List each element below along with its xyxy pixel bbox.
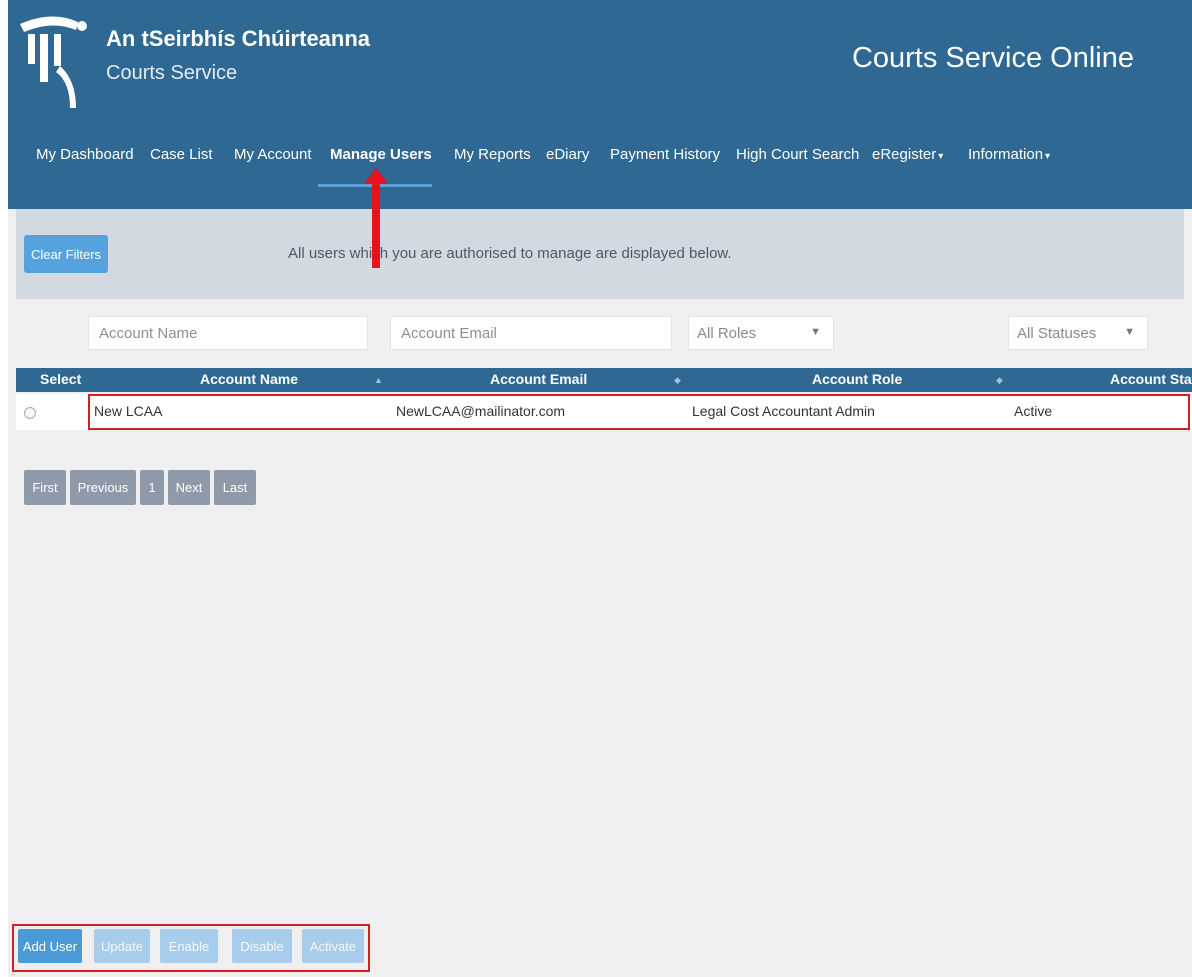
info-banner: Clear Filters All users which you are au… xyxy=(16,209,1184,299)
cell-account-status: Active xyxy=(1014,403,1053,419)
sort-icon[interactable]: ◆ xyxy=(674,368,681,392)
pager-next-button[interactable]: Next xyxy=(168,470,210,505)
nav-case-list[interactable]: Case List xyxy=(150,146,213,163)
col-account-role[interactable]: Account Role xyxy=(812,368,902,392)
disable-button[interactable]: Disable xyxy=(232,929,292,963)
pager-last-button[interactable]: Last xyxy=(214,470,256,505)
nav-high-court-search[interactable]: High Court Search xyxy=(736,146,859,163)
nav-eregister[interactable]: eRegister ▾ xyxy=(872,146,943,163)
nav-manage-users[interactable]: Manage Users xyxy=(330,146,432,163)
nav-my-account[interactable]: My Account xyxy=(234,146,312,163)
annotation-arrow-shaft xyxy=(372,180,380,268)
account-name-input[interactable] xyxy=(97,323,367,343)
cell-account-email: NewLCAA@mailinator.com xyxy=(396,403,566,419)
brand-english: Courts Service xyxy=(106,62,238,84)
nav-information[interactable]: Information ▾ xyxy=(968,146,1050,163)
nav-eregister-label: eRegister xyxy=(872,146,937,163)
row-select-radio[interactable] xyxy=(24,407,36,419)
sort-icon[interactable]: ◆ xyxy=(996,368,1003,392)
info-message: All users which you are authorised to ma… xyxy=(288,245,732,262)
dropdown-arrow-icon: ▼ xyxy=(1124,326,1135,338)
main-nav: My Dashboard Case List My Account Manage… xyxy=(8,146,1192,186)
add-user-button[interactable]: Add User xyxy=(18,929,82,963)
pager-page-1[interactable]: 1 xyxy=(140,470,164,505)
nav-payment-history[interactable]: Payment History xyxy=(610,146,720,163)
statuses-select[interactable]: All Statuses ▼ xyxy=(1008,316,1148,350)
activate-button[interactable]: Activate xyxy=(302,929,364,963)
update-button[interactable]: Update xyxy=(94,929,150,963)
enable-button[interactable]: Enable xyxy=(160,929,218,963)
caret-down-icon: ▾ xyxy=(938,151,944,162)
brand-irish: An tSeirbhís Chúirteanna xyxy=(106,26,371,51)
col-account-status[interactable]: Account Status xyxy=(1110,368,1192,392)
clear-filters-button[interactable]: Clear Filters xyxy=(24,235,108,273)
col-account-name[interactable]: Account Name xyxy=(200,368,298,392)
statuses-select-value: All Statuses xyxy=(1017,324,1097,342)
roles-select-value: All Roles xyxy=(697,324,757,342)
table-header: Select Account Name ▲ Account Email ◆ Ac… xyxy=(16,368,1192,392)
sort-icon[interactable]: ▲ xyxy=(374,368,383,392)
dropdown-arrow-icon: ▼ xyxy=(810,326,821,338)
nav-information-label: Information xyxy=(968,146,1044,163)
account-email-input[interactable] xyxy=(399,323,671,343)
col-account-email[interactable]: Account Email xyxy=(490,368,587,392)
table-row[interactable]: New LCAA NewLCAA@mailinator.com Legal Co… xyxy=(16,394,1192,430)
account-name-filter[interactable] xyxy=(88,316,368,350)
nav-ediary[interactable]: eDiary xyxy=(546,146,589,163)
col-select: Select xyxy=(40,371,82,387)
roles-select[interactable]: All Roles ▼ xyxy=(688,316,834,350)
caret-down-icon: ▾ xyxy=(1045,151,1051,162)
app-window: An tSeirbhís Chúirteanna Courts Service … xyxy=(8,0,1192,977)
nav-my-dashboard[interactable]: My Dashboard xyxy=(36,146,134,163)
site-header: An tSeirbhís Chúirteanna Courts Service … xyxy=(8,0,1192,209)
pager-first-button[interactable]: First xyxy=(24,470,66,505)
pager-previous-button[interactable]: Previous xyxy=(70,470,136,505)
annotation-arrow-head-icon xyxy=(364,168,388,184)
courts-service-logo xyxy=(20,16,87,108)
account-email-filter[interactable] xyxy=(390,316,672,350)
cell-account-role: Legal Cost Accountant Admin xyxy=(692,403,875,419)
nav-my-reports[interactable]: My Reports xyxy=(454,146,531,163)
cell-account-name: New LCAA xyxy=(94,403,163,419)
site-title: Courts Service Online xyxy=(851,42,1134,74)
